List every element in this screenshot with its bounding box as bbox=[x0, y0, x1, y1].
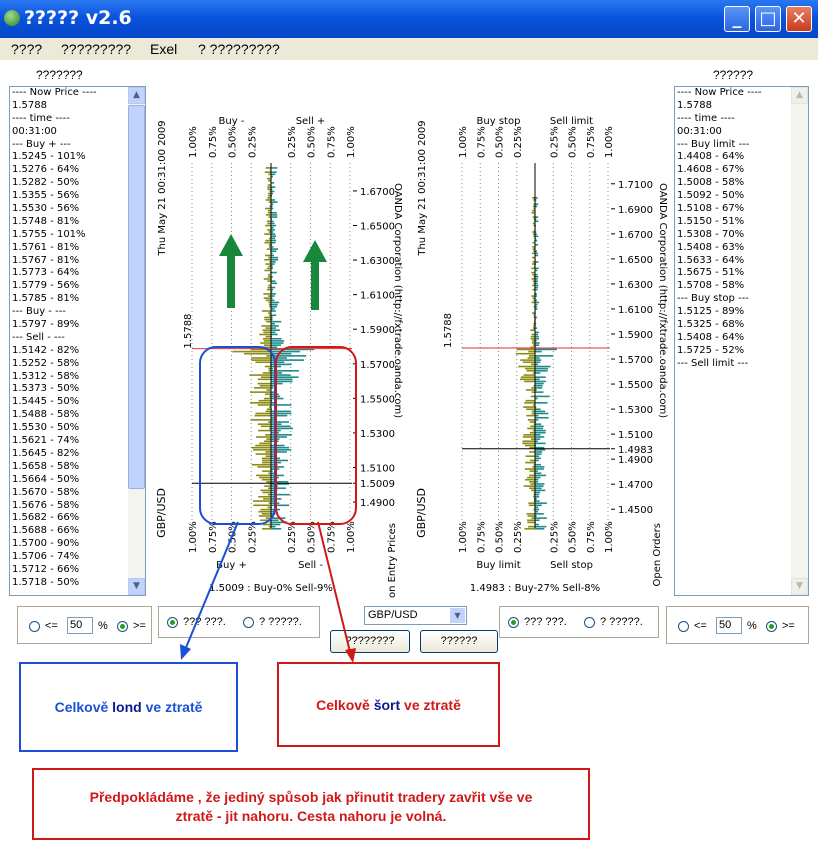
short-loss-note: Celkově šort ve ztratě bbox=[277, 662, 500, 747]
short-loss-text: Celkově šort ve ztratě bbox=[316, 697, 461, 713]
assumption-note: Předpokládáme , že jediný spůsob jak při… bbox=[32, 768, 590, 840]
long-loss-note: Celkově lond ve ztratě bbox=[19, 662, 238, 752]
short-pointer-line bbox=[317, 521, 351, 653]
up-arrow-icon bbox=[303, 240, 327, 310]
long-highlight-box bbox=[199, 346, 276, 525]
short-highlight-box bbox=[275, 346, 357, 525]
assumption-text: Předpokládáme , že jediný spůsob jak při… bbox=[89, 789, 533, 824]
long-pointer-line bbox=[184, 521, 239, 651]
up-arrow-icon bbox=[219, 234, 243, 308]
short-pointer-arrowhead bbox=[345, 648, 356, 663]
long-loss-text: Celkově lond ve ztratě bbox=[54, 699, 203, 715]
